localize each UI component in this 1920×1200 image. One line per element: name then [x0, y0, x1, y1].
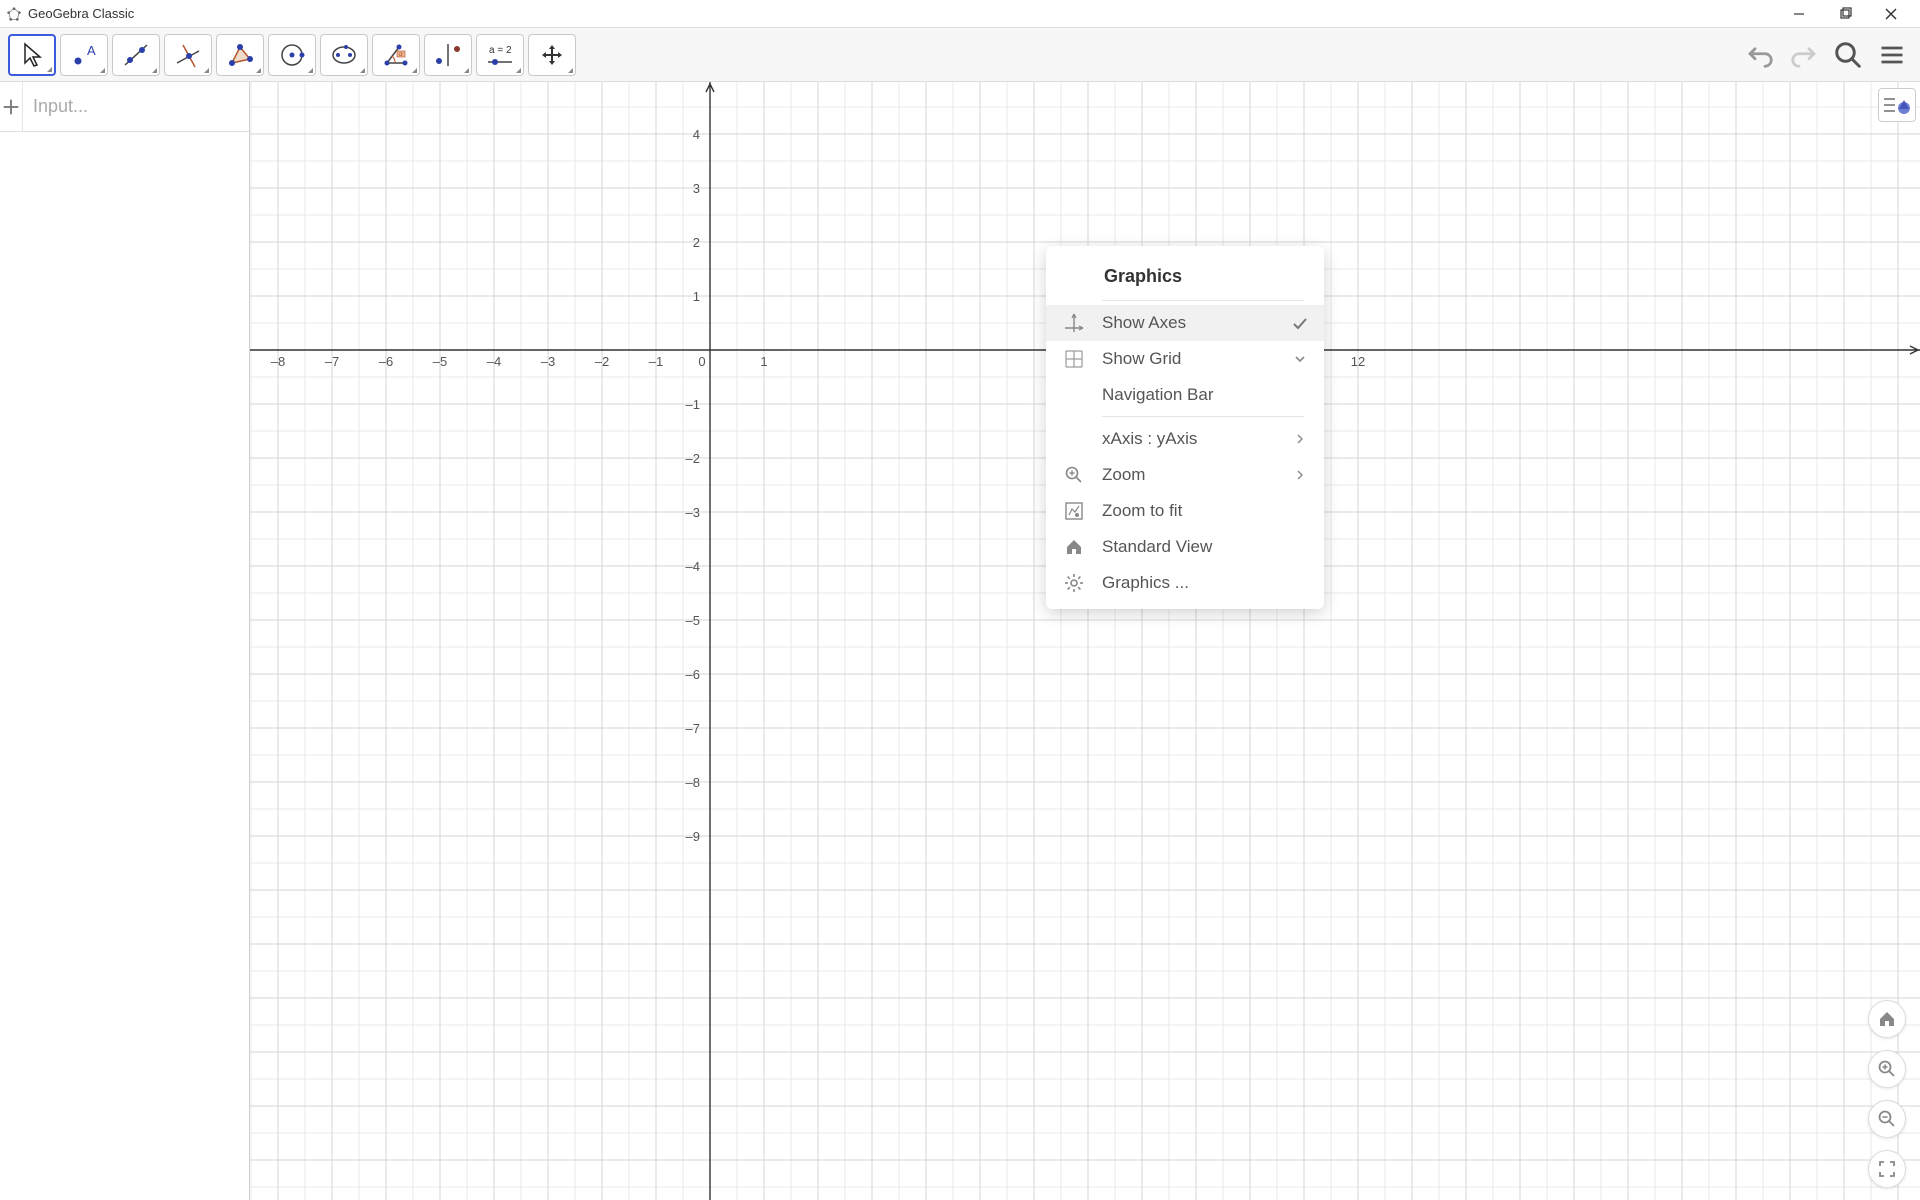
close-button[interactable] [1868, 0, 1914, 28]
floating-buttons [1868, 1000, 1906, 1188]
menu-zoom-to-fit-label: Zoom to fit [1102, 501, 1310, 521]
svg-text:–8: –8 [271, 354, 285, 369]
menu-show-axes-label: Show Axes [1102, 313, 1290, 333]
svg-text:4: 4 [693, 127, 700, 142]
graphics-panel[interactable]: –8–7–6–5–4–3–2–1017891011124321–1–2–3–4–… [250, 82, 1920, 1200]
svg-text:–8: –8 [686, 775, 700, 790]
tool-polygon[interactable] [216, 34, 264, 76]
svg-text:–6: –6 [379, 354, 393, 369]
tool-reflect[interactable] [424, 34, 472, 76]
svg-text:–7: –7 [686, 721, 700, 736]
svg-text:–7: –7 [325, 354, 339, 369]
menu-standard-view-label: Standard View [1102, 537, 1310, 557]
menu-navigation-bar[interactable]: Navigation Bar [1046, 377, 1324, 413]
menu-separator [1102, 300, 1304, 301]
grid-icon [1060, 347, 1088, 371]
svg-text:–2: –2 [595, 354, 609, 369]
menu-button[interactable] [1872, 35, 1912, 75]
svg-text:–1: –1 [686, 397, 700, 412]
zoom-to-fit-icon [1060, 499, 1088, 523]
svg-text:–4: –4 [686, 559, 700, 574]
svg-text:2: 2 [693, 235, 700, 250]
menu-axis-ratio-label: xAxis : yAxis [1102, 429, 1290, 449]
main-area: –8–7–6–5–4–3–2–1017891011124321–1–2–3–4–… [0, 82, 1920, 1200]
algebra-header [0, 82, 249, 132]
svg-text:–4: –4 [487, 354, 501, 369]
menu-graphics-settings-label: Graphics ... [1102, 573, 1310, 593]
tool-move-view[interactable] [528, 34, 576, 76]
tool-slider[interactable]: a = 2 [476, 34, 524, 76]
tool-point[interactable]: A [60, 34, 108, 76]
svg-text:–1: –1 [649, 354, 663, 369]
svg-text:–2: –2 [686, 451, 700, 466]
search-button[interactable] [1828, 35, 1868, 75]
slider-label-text: a = 2 [489, 45, 512, 56]
tool-angle[interactable]: α [372, 34, 420, 76]
svg-text:3: 3 [693, 181, 700, 196]
float-zoom-in-button[interactable] [1868, 1050, 1906, 1088]
app-logo-icon [6, 6, 22, 22]
menu-axis-ratio[interactable]: xAxis : yAxis [1046, 421, 1324, 457]
float-zoom-out-button[interactable] [1868, 1100, 1906, 1138]
menu-standard-view[interactable]: Standard View [1046, 529, 1324, 565]
svg-text:–3: –3 [541, 354, 555, 369]
menu-separator [1102, 416, 1304, 417]
float-fullscreen-button[interactable] [1868, 1150, 1906, 1188]
svg-text:A: A [87, 43, 96, 58]
svg-text:–5: –5 [686, 613, 700, 628]
svg-text:α: α [399, 52, 403, 58]
algebra-panel [0, 82, 250, 1200]
titlebar: GeoGebra Classic [0, 0, 1920, 28]
tool-perpendicular-line[interactable] [164, 34, 212, 76]
menu-graphics-settings[interactable]: Graphics ... [1046, 565, 1324, 601]
axes-icon [1060, 311, 1088, 335]
graphics-stylebar-button[interactable] [1878, 88, 1916, 122]
zoom-icon [1060, 463, 1088, 487]
chevron-right-icon [1290, 433, 1310, 445]
toolbar: A α a = 2 [0, 28, 1920, 82]
undo-button[interactable] [1740, 35, 1780, 75]
tool-line[interactable] [112, 34, 160, 76]
svg-text:1: 1 [760, 354, 767, 369]
minimize-button[interactable] [1776, 0, 1822, 28]
window-title: GeoGebra Classic [28, 6, 1776, 21]
context-menu-title: Graphics [1046, 252, 1324, 297]
algebra-input[interactable] [23, 96, 275, 117]
gear-icon [1060, 571, 1088, 595]
redo-button[interactable] [1784, 35, 1824, 75]
spacer-icon [1060, 427, 1088, 451]
svg-text:–5: –5 [433, 354, 447, 369]
chevron-right-icon [1290, 469, 1310, 481]
menu-show-axes[interactable]: Show Axes [1046, 305, 1324, 341]
maximize-button[interactable] [1822, 0, 1868, 28]
menu-nav-bar-label: Navigation Bar [1102, 385, 1310, 405]
svg-text:1: 1 [693, 289, 700, 304]
tool-circle[interactable] [268, 34, 316, 76]
menu-show-grid-label: Show Grid [1102, 349, 1290, 369]
tool-ellipse[interactable] [320, 34, 368, 76]
menu-show-grid[interactable]: Show Grid [1046, 341, 1324, 377]
svg-text:0: 0 [698, 354, 705, 369]
svg-text:–6: –6 [686, 667, 700, 682]
menu-zoom-label: Zoom [1102, 465, 1290, 485]
tool-move[interactable] [8, 34, 56, 76]
svg-text:–9: –9 [686, 829, 700, 844]
home-icon [1060, 535, 1088, 559]
float-home-button[interactable] [1868, 1000, 1906, 1038]
svg-text:–3: –3 [686, 505, 700, 520]
svg-text:12: 12 [1351, 354, 1365, 369]
graphics-context-menu: Graphics Show Axes Show Grid Navigation … [1046, 246, 1324, 609]
menu-zoom-to-fit[interactable]: Zoom to fit [1046, 493, 1324, 529]
check-icon [1290, 314, 1310, 332]
algebra-add-button[interactable] [0, 82, 23, 131]
menu-zoom[interactable]: Zoom [1046, 457, 1324, 493]
spacer-icon [1060, 383, 1088, 407]
chevron-down-icon [1290, 352, 1310, 366]
